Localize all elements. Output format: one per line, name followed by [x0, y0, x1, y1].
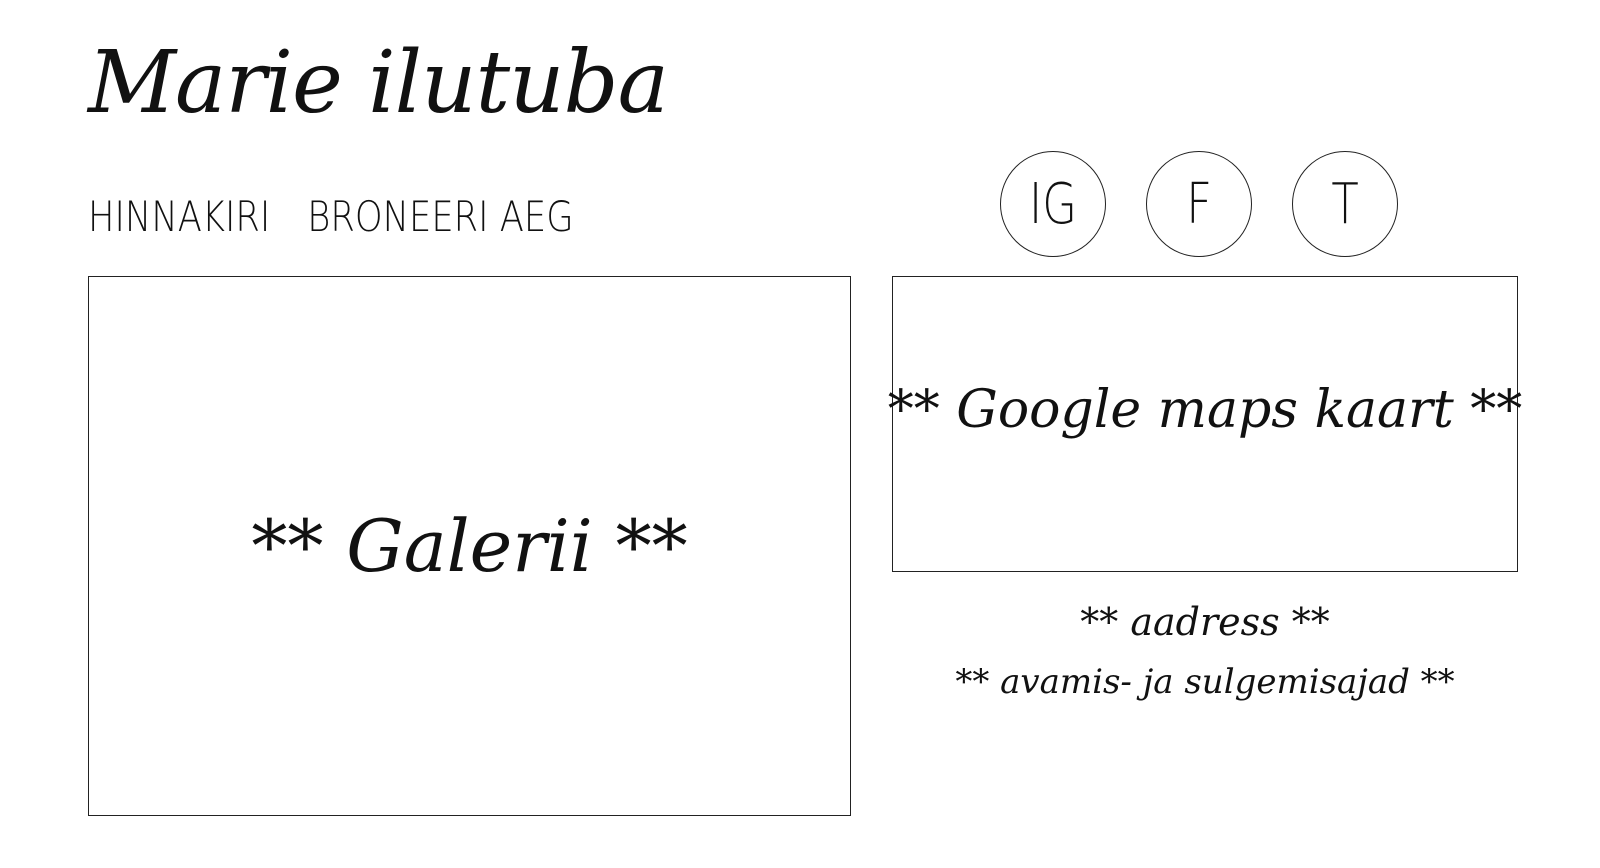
gallery-placeholder-label: ** Galerii ** [251, 504, 688, 588]
instagram-label: IG [1029, 171, 1077, 237]
opening-hours-text: ** avamis- ja sulgemisajad ** [955, 662, 1455, 702]
map-placeholder: ** Google maps kaart ** [888, 276, 1522, 572]
nav-hinnakiri-link[interactable]: HINNAKIRI [88, 192, 270, 241]
gallery-placeholder: ** Galerii ** [88, 276, 851, 816]
brand-title: Marie ilutuba [88, 33, 669, 133]
social-links: IG F T [1000, 151, 1398, 257]
facebook-label: F [1186, 171, 1212, 237]
twitter-icon[interactable]: T [1292, 151, 1398, 257]
instagram-icon[interactable]: IG [1000, 151, 1106, 257]
map-placeholder-label: ** Google maps kaart ** [887, 380, 1523, 440]
facebook-icon[interactable]: F [1146, 151, 1252, 257]
nav-broneeri-aeg-link[interactable]: BRONEERI AEG [307, 192, 573, 241]
contact-info: ** aadress ** ** avamis- ja sulgemisajad… [892, 592, 1518, 712]
address-text: ** aadress ** [1080, 600, 1330, 644]
main-nav: HINNAKIRI BRONEERI AEG [88, 192, 574, 241]
twitter-label: T [1331, 171, 1359, 237]
